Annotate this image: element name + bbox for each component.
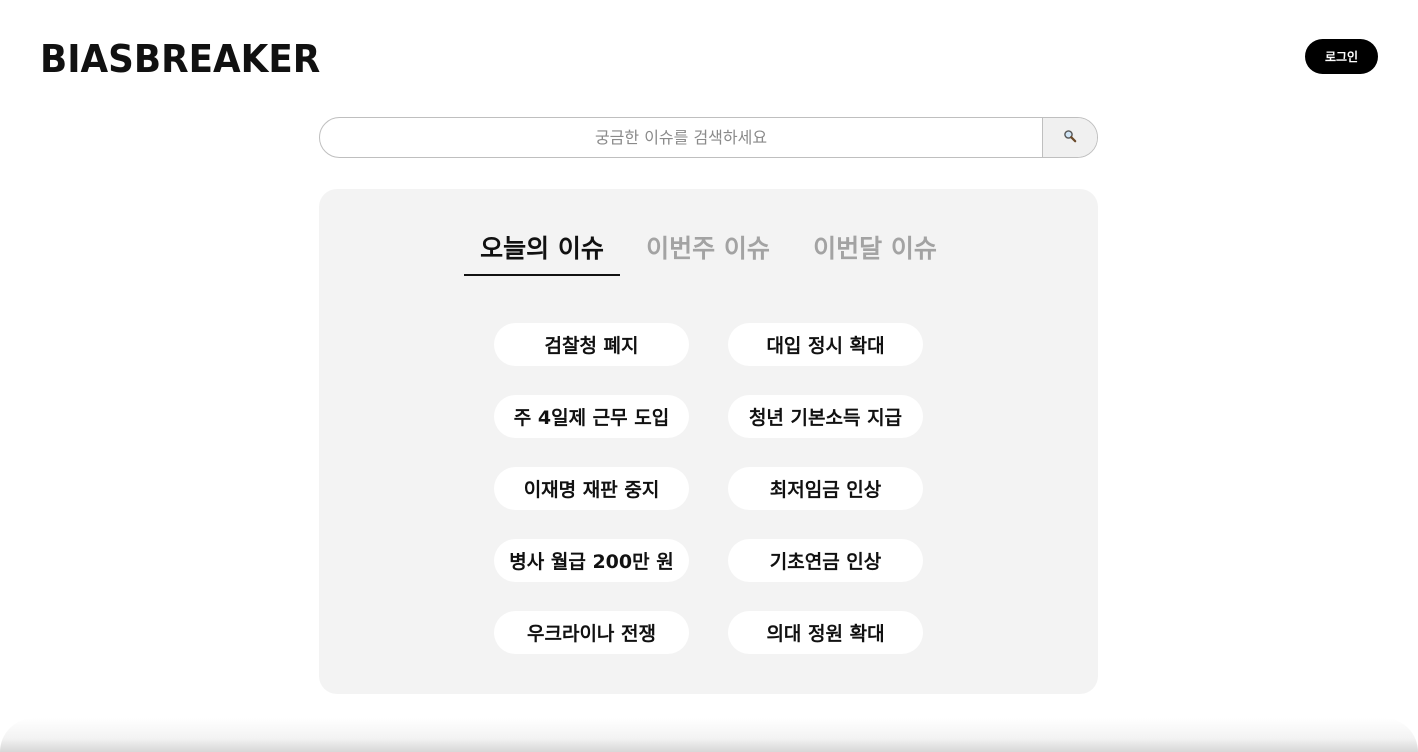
issue-button[interactable]: 이재명 재판 중지 <box>494 467 689 510</box>
issue-button[interactable]: 기초연금 인상 <box>728 539 923 582</box>
bottom-section-edge <box>0 718 1418 752</box>
issue-button[interactable]: 의대 정원 확대 <box>728 611 923 654</box>
tab-today[interactable]: 오늘의 이슈 <box>464 229 620 269</box>
issue-tabs: 오늘의 이슈 이번주 이슈 이번달 이슈 <box>319 189 1098 279</box>
search-button[interactable] <box>1042 118 1097 157</box>
issue-button[interactable]: 검찰청 폐지 <box>494 323 689 366</box>
search-icon <box>1063 129 1077 146</box>
search-bar <box>319 117 1098 158</box>
page: BIASBREAKER 로그인 오늘의 이슈 이번주 이슈 이번달 이슈 검찰청… <box>0 0 1418 752</box>
logo[interactable]: BIASBREAKER <box>40 36 320 82</box>
search-input[interactable] <box>320 118 1042 157</box>
issue-button[interactable]: 최저임금 인상 <box>728 467 923 510</box>
issue-button[interactable]: 청년 기본소득 지급 <box>728 395 923 438</box>
tab-this-month[interactable]: 이번달 이슈 <box>804 229 946 269</box>
tab-this-week[interactable]: 이번주 이슈 <box>637 229 779 269</box>
issue-button[interactable]: 우크라이나 전쟁 <box>494 611 689 654</box>
issue-button[interactable]: 주 4일제 근무 도입 <box>494 395 689 438</box>
issue-panel: 오늘의 이슈 이번주 이슈 이번달 이슈 검찰청 폐지 대입 정시 확대 주 4… <box>319 189 1098 694</box>
login-button[interactable]: 로그인 <box>1305 39 1378 74</box>
active-tab-underline <box>464 274 620 276</box>
issue-button[interactable]: 병사 월급 200만 원 <box>494 539 689 582</box>
issue-button[interactable]: 대입 정시 확대 <box>728 323 923 366</box>
